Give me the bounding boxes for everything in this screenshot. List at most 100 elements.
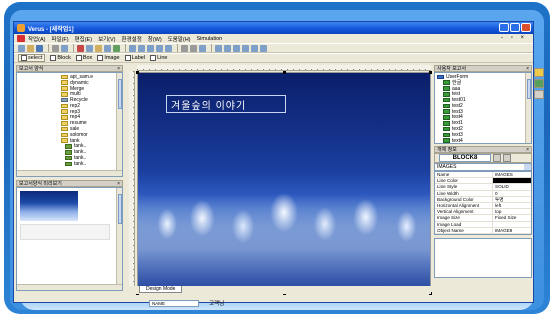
save-icon[interactable] (36, 44, 43, 52)
box-tool[interactable]: Box (75, 55, 92, 61)
property-value[interactable]: 0 (493, 191, 531, 196)
preview-hscrollbar[interactable] (17, 284, 122, 290)
report-icon (443, 103, 450, 109)
menu-edit[interactable]: 편집(E) (75, 35, 92, 43)
property-row[interactable]: Object Name IMAGE8 (435, 227, 531, 234)
table-icon[interactable] (215, 44, 222, 52)
menu-settings[interactable]: 환경설정 (122, 35, 142, 43)
run-icon[interactable] (113, 44, 120, 52)
block-bar: BLOCK8 (434, 153, 532, 163)
property-value[interactable]: IMAGES (493, 172, 531, 177)
open-icon[interactable] (27, 44, 34, 52)
property-icon[interactable] (534, 90, 544, 99)
scroll-thumb[interactable] (527, 79, 531, 99)
property-value[interactable]: 투명 (493, 197, 531, 202)
image-tool[interactable]: Image (97, 55, 120, 61)
cut-icon[interactable] (77, 44, 84, 52)
preview-icon[interactable] (61, 44, 68, 52)
undo-icon[interactable] (104, 44, 111, 52)
property-grid: Name IMAGES Line Color Line Style SOLID Line … (434, 171, 532, 235)
tab-design-mode[interactable]: Design Mode (139, 286, 183, 293)
select-tool[interactable]: select (18, 54, 46, 62)
format-icon[interactable] (224, 44, 231, 52)
grid-icon[interactable] (181, 44, 188, 52)
label-tool[interactable]: Label (124, 55, 145, 61)
new-icon[interactable] (18, 44, 25, 52)
property-value[interactable]: IMAGE8 (493, 228, 531, 233)
report-icon[interactable] (534, 68, 544, 77)
menu-file[interactable]: 파일(F) (51, 35, 68, 43)
tree-item[interactable]: tank.. (61, 161, 122, 167)
image-title-label[interactable]: 겨울숲의 이야기 (166, 95, 286, 113)
minimize-button[interactable] (499, 23, 509, 32)
chevron-down-icon[interactable] (524, 164, 531, 170)
align-center-icon[interactable] (138, 44, 145, 52)
tree-hscrollbar[interactable] (17, 170, 122, 176)
selection-handle[interactable] (283, 71, 286, 74)
block-name-field[interactable]: BLOCK8 (439, 154, 491, 162)
align-bottom-icon[interactable] (165, 44, 172, 52)
mdi-controls[interactable]: - ▫ × (501, 35, 527, 41)
block-tool[interactable]: Block (50, 55, 71, 61)
app-menu-icon[interactable] (17, 35, 25, 42)
property-name: Image Size (435, 215, 493, 221)
print-icon[interactable] (52, 44, 59, 52)
paste-icon[interactable] (95, 44, 102, 52)
zoom-icon[interactable] (199, 44, 206, 52)
scroll-thumb[interactable] (118, 79, 122, 109)
left-panel: 보고서 양식 × api_sam.e dynamic Merge multi Recyc… (16, 65, 123, 301)
align-top-icon[interactable] (156, 44, 163, 52)
menu-view[interactable]: 보기(V) (98, 35, 115, 43)
object-kind-select[interactable]: IMAGES (434, 163, 532, 171)
winter-forest-image[interactable]: 겨울숲의 이야기 (138, 73, 430, 293)
scroll-thumb[interactable] (118, 194, 122, 224)
folder-icon (61, 80, 68, 85)
copy-icon[interactable] (86, 44, 93, 52)
snap-icon[interactable] (190, 44, 197, 52)
border-icon[interactable] (251, 44, 258, 52)
close-icon[interactable]: × (526, 147, 529, 153)
side-toolbar (534, 68, 546, 101)
property-value[interactable]: left (493, 203, 531, 208)
property-name: Horizontal Alignment (435, 202, 493, 209)
property-value[interactable] (493, 222, 531, 227)
close-icon[interactable]: × (117, 181, 120, 187)
layer-icon[interactable] (260, 44, 267, 52)
maximize-button[interactable] (510, 23, 520, 32)
tree-scrollbar[interactable] (116, 73, 122, 176)
block-prop-icon[interactable] (493, 154, 501, 162)
tree-scrollbar[interactable] (525, 73, 531, 143)
property-value[interactable]: top (493, 209, 531, 214)
report-icon (443, 126, 450, 132)
preview-scrollbar[interactable] (116, 188, 122, 290)
menu-task[interactable]: 작업(A) (28, 35, 45, 43)
folder-icon (61, 103, 68, 109)
menu-simulation[interactable]: Simulation (197, 36, 223, 42)
selection-handle[interactable] (136, 71, 139, 74)
data-icon[interactable] (534, 79, 544, 88)
align-left-icon[interactable] (129, 44, 136, 52)
color-icon[interactable] (242, 44, 249, 52)
menu-help[interactable]: 도움말(H) (168, 35, 191, 43)
selection-handle[interactable] (429, 71, 432, 74)
search-icon[interactable] (503, 154, 511, 162)
align-right-icon[interactable] (147, 44, 154, 52)
app-icon (17, 24, 25, 32)
report-canvas[interactable]: 겨울숲의 이야기 (136, 71, 432, 295)
property-value[interactable]: Fixed Size (493, 215, 531, 220)
report-icon (443, 109, 450, 114)
property-value[interactable] (493, 178, 531, 184)
name-field[interactable]: NAME (149, 300, 199, 307)
property-name: Line Color (435, 178, 493, 184)
close-icon[interactable]: × (526, 66, 529, 72)
font-icon[interactable] (233, 44, 240, 52)
close-icon[interactable]: × (117, 66, 120, 72)
select-label: select (28, 55, 43, 61)
report-icon (443, 121, 450, 126)
property-value[interactable]: SOLID (493, 184, 531, 189)
line-tool[interactable]: Line (150, 55, 167, 61)
name-suffix-label[interactable]: 고객님 (209, 299, 224, 307)
close-button[interactable] (521, 23, 531, 32)
menu-window[interactable]: 창(W) (148, 35, 162, 43)
tree-item[interactable]: text4 (435, 138, 531, 143)
